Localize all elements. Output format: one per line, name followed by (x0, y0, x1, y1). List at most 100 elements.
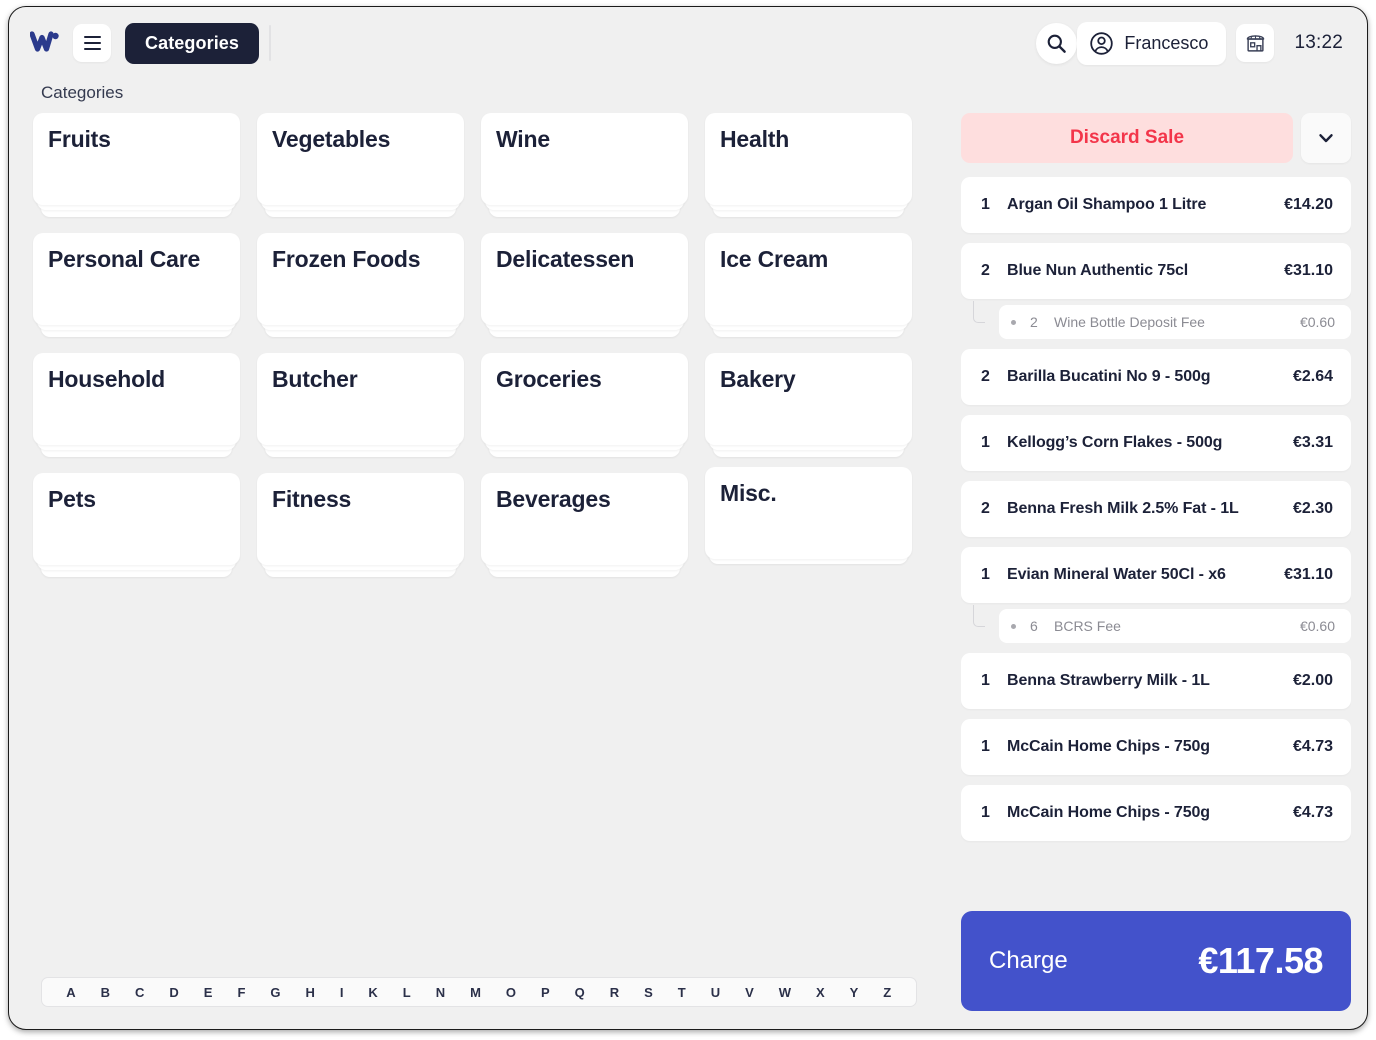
alphabet-letter-g[interactable]: G (270, 985, 281, 1000)
cart-item-row[interactable]: 1 Benna Strawberry Milk - 1L €2.00 (961, 653, 1351, 709)
category-tile-face[interactable]: Delicatessen (481, 233, 688, 325)
alphabet-letter-q[interactable]: Q (575, 985, 586, 1000)
cart-item-name: Benna Fresh Milk 2.5% Fat - 1L (1007, 500, 1239, 517)
category-tile[interactable]: Fruits (33, 113, 240, 217)
alphabet-letter-m[interactable]: M (470, 985, 481, 1000)
cart-item-name: Kellogg’s Corn Flakes - 500g (1007, 434, 1223, 451)
cart-item-name: Evian Mineral Water 50Cl - x6 (1007, 566, 1226, 583)
category-tile-face[interactable]: Misc. (705, 467, 912, 559)
subitem-connector-icon (973, 301, 985, 323)
alphabet-letter-p[interactable]: P (541, 985, 550, 1000)
alphabet-letter-s[interactable]: S (644, 985, 653, 1000)
alphabet-letter-y[interactable]: Y (850, 985, 859, 1000)
subitem-connector-icon (973, 605, 985, 627)
discard-sale-button[interactable]: Discard Sale (961, 113, 1293, 163)
category-tile-face[interactable]: Bakery (705, 353, 912, 445)
cart-item-row[interactable]: 2 Benna Fresh Milk 2.5% Fat - 1L €2.30 (961, 481, 1351, 537)
category-tile-face[interactable]: Groceries (481, 353, 688, 445)
category-tile-face[interactable]: Beverages (481, 473, 688, 565)
category-tile-face[interactable]: Fitness (257, 473, 464, 565)
alphabet-letter-z[interactable]: Z (883, 985, 891, 1000)
cart-item-row[interactable]: 1 McCain Home Chips - 750g €4.73 (961, 719, 1351, 775)
category-tile-label: Fitness (272, 486, 352, 512)
charge-button[interactable]: Charge €117.58 (961, 911, 1351, 1011)
category-tile[interactable]: Ice Cream (705, 233, 912, 337)
cart-item-row[interactable]: 2 Barilla Bucatini No 9 - 500g €2.64 (961, 349, 1351, 405)
category-tile[interactable]: Wine (481, 113, 688, 217)
category-tile-face[interactable]: Household (33, 353, 240, 445)
tab-categories[interactable]: Categories (125, 22, 260, 64)
category-tile-face[interactable]: Health (705, 113, 912, 205)
cart-header: Discard Sale (961, 113, 1351, 163)
chevron-down-icon (1319, 134, 1333, 143)
alphabet-letter-l[interactable]: L (403, 985, 411, 1000)
category-tile[interactable]: Frozen Foods (257, 233, 464, 337)
cart-item-qty: 1 (981, 738, 990, 755)
category-tile[interactable]: Bakery (705, 353, 912, 457)
alphabet-letter-x[interactable]: X (816, 985, 825, 1000)
alphabet-letter-w[interactable]: W (779, 985, 792, 1000)
category-tile-label: Ice Cream (720, 246, 829, 272)
alphabet-letter-d[interactable]: D (169, 985, 179, 1000)
cart-item-row[interactable]: 1 Argan Oil Shampoo 1 Litre €14.20 (961, 177, 1351, 233)
category-tile-face[interactable]: Personal Care (33, 233, 240, 325)
category-tile[interactable]: Pets (33, 473, 240, 577)
cart-item-qty: 2 (981, 262, 990, 279)
alphabet-letter-b[interactable]: B (101, 985, 111, 1000)
alphabet-letter-f[interactable]: F (237, 985, 245, 1000)
category-tile[interactable]: Household (33, 353, 240, 457)
category-tile-face[interactable]: Butcher (257, 353, 464, 445)
cart-subitem-row[interactable]: 6 BCRS Fee €0.60 (999, 609, 1351, 643)
cart-item-row[interactable]: 1 McCain Home Chips - 750g €4.73 (961, 785, 1351, 841)
category-tile[interactable]: Delicatessen (481, 233, 688, 337)
cart-subitem-row[interactable]: 2 Wine Bottle Deposit Fee €0.60 (999, 305, 1351, 339)
category-tile[interactable]: Health (705, 113, 912, 217)
alphabet-index-bar[interactable]: ABCDEFGHIKLNMOPQRSTUVWXYZ (41, 977, 917, 1007)
alphabet-letter-t[interactable]: T (678, 985, 686, 1000)
alphabet-letter-u[interactable]: U (711, 985, 721, 1000)
category-tile[interactable]: Misc. (705, 467, 912, 577)
alphabet-letter-n[interactable]: N (436, 985, 446, 1000)
category-tile-face[interactable]: Ice Cream (705, 233, 912, 325)
alphabet-letter-a[interactable]: A (66, 985, 76, 1000)
category-tile[interactable]: Fitness (257, 473, 464, 577)
category-tile-face[interactable]: Wine (481, 113, 688, 205)
cart-expand-button[interactable] (1301, 113, 1351, 163)
category-tile[interactable]: Butcher (257, 353, 464, 457)
store-button[interactable] (1236, 24, 1275, 62)
alphabet-letter-k[interactable]: K (368, 985, 378, 1000)
alphabet-letter-c[interactable]: C (135, 985, 145, 1000)
category-tile[interactable]: Vegetables (257, 113, 464, 217)
alphabet-letter-r[interactable]: R (610, 985, 620, 1000)
category-tile[interactable]: Personal Care (33, 233, 240, 337)
store-icon (1246, 34, 1265, 52)
category-tile[interactable]: Beverages (481, 473, 688, 577)
category-tile-face[interactable]: Vegetables (257, 113, 464, 205)
cart-item-row[interactable]: 2 Blue Nun Authentic 75cl €31.10 (961, 243, 1351, 299)
charge-total: €117.58 (1198, 940, 1323, 981)
user-avatar-icon (1090, 31, 1114, 55)
category-tile-label: Pets (48, 486, 96, 512)
cart-subitem-price: €0.60 (1299, 618, 1335, 634)
search-button[interactable] (1036, 22, 1078, 64)
category-tile-face[interactable]: Fruits (33, 113, 240, 205)
category-tile-face[interactable]: Frozen Foods (257, 233, 464, 325)
category-tile[interactable]: Groceries (481, 353, 688, 457)
cart-item-name: McCain Home Chips - 750g (1007, 804, 1210, 821)
category-tile-face[interactable]: Pets (33, 473, 240, 565)
cart-item-row[interactable]: 1 Kellogg’s Corn Flakes - 500g €3.31 (961, 415, 1351, 471)
alphabet-letter-o[interactable]: O (506, 985, 517, 1000)
alphabet-letter-i[interactable]: I (340, 985, 344, 1000)
alphabet-letter-v[interactable]: V (745, 985, 754, 1000)
hamburger-icon-line (83, 48, 101, 51)
cart-item-row[interactable]: 1 Evian Mineral Water 50Cl - x6 €31.10 (961, 547, 1351, 603)
cart-item-name: Barilla Bucatini No 9 - 500g (1007, 368, 1211, 385)
alphabet-letter-h[interactable]: H (305, 985, 315, 1000)
cart-item-price: €2.00 (1292, 672, 1333, 689)
menu-button[interactable] (73, 24, 111, 62)
app-logo (25, 23, 65, 63)
cart-subitem-wrapper: 6 BCRS Fee €0.60 (961, 605, 1351, 643)
alphabet-letter-e[interactable]: E (204, 985, 213, 1000)
cart-subitem-name: Wine Bottle Deposit Fee (1054, 314, 1205, 330)
user-chip[interactable]: Francesco (1077, 21, 1227, 65)
